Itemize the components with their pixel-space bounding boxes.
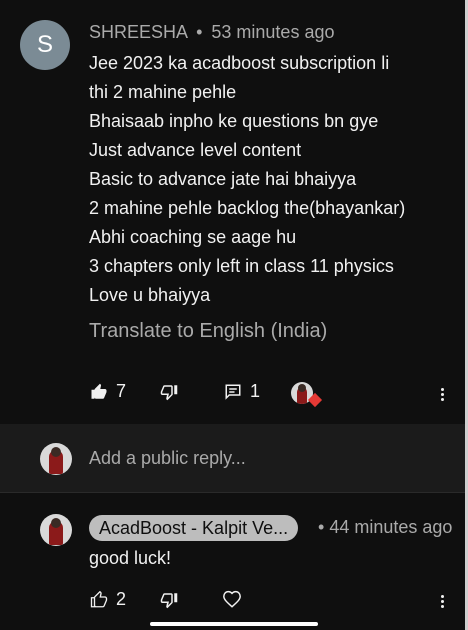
comment-time: 53 minutes ago (211, 22, 335, 42)
replies-count: 1 (250, 381, 261, 401)
comment-icon (224, 383, 242, 401)
user-avatar (40, 443, 72, 475)
comment-actions: 7 1 (0, 378, 465, 408)
comment-meta: SHREESHA • 53 minutes ago (89, 22, 334, 43)
comment-line: 3 chapters only left in class 11 physics (89, 256, 394, 276)
comment-thread: S SHREESHA • 53 minutes ago Jee 2023 ka … (0, 0, 468, 630)
comment-line: 2 mahine pehle backlog the(bhayankar) (89, 198, 406, 218)
like-count: 7 (116, 381, 127, 401)
thumbs-down-icon (160, 383, 178, 401)
author-name[interactable]: SHREESHA (89, 22, 187, 42)
reply-author-avatar[interactable] (40, 514, 72, 546)
comment-line: Jee 2023 ka acadboost subscription li (89, 53, 390, 73)
more-options-icon[interactable] (441, 593, 445, 610)
comment-line: Abhi coaching se aage hu (89, 227, 297, 247)
author-avatar[interactable]: S (20, 20, 70, 70)
reply-time: 44 minutes ago (329, 517, 453, 537)
replies-button[interactable]: 1 (224, 381, 260, 402)
top-comment: S SHREESHA • 53 minutes ago Jee 2023 ka … (0, 0, 465, 424)
comment-line: Bhaisaab inpho ke questions bn gye (89, 111, 379, 131)
thumbs-up-filled-icon (90, 383, 108, 401)
reply-input[interactable]: Add a public reply... (89, 448, 246, 469)
comment-line: Basic to advance jate hai bhaiyya (89, 169, 357, 189)
heart-outline-icon (222, 590, 242, 608)
reply-like-count: 2 (116, 589, 127, 609)
more-options-icon[interactable] (441, 386, 445, 403)
reply-author-chip[interactable]: AcadBoost - Kalpit Ve... (89, 515, 299, 541)
meta-separator: • (196, 22, 203, 42)
reply-actions: 2 (0, 587, 465, 617)
dislike-button[interactable] (160, 383, 178, 401)
comment-line: Just advance level content (89, 140, 302, 160)
reply-meta: • 44 minutes ago (318, 517, 452, 538)
thumbs-down-icon (160, 591, 178, 609)
thumbs-up-icon (90, 590, 108, 609)
meta-separator: • (318, 517, 325, 537)
heart-button[interactable] (222, 590, 242, 608)
translate-link[interactable]: Translate to English (India) (89, 320, 327, 343)
home-indicator (150, 622, 318, 626)
reply-dislike-button[interactable] (160, 591, 178, 609)
reply-like-button[interactable]: 2 (90, 589, 126, 610)
like-button[interactable]: 7 (90, 381, 126, 402)
comment-body: Jee 2023 ka acadboost subscription li th… (89, 49, 459, 310)
comment-line: Love u bhaiyya (89, 285, 211, 305)
reply-body: good luck! (89, 548, 172, 568)
divider (0, 492, 465, 493)
comment-line: thi 2 mahine pehle (89, 82, 237, 102)
